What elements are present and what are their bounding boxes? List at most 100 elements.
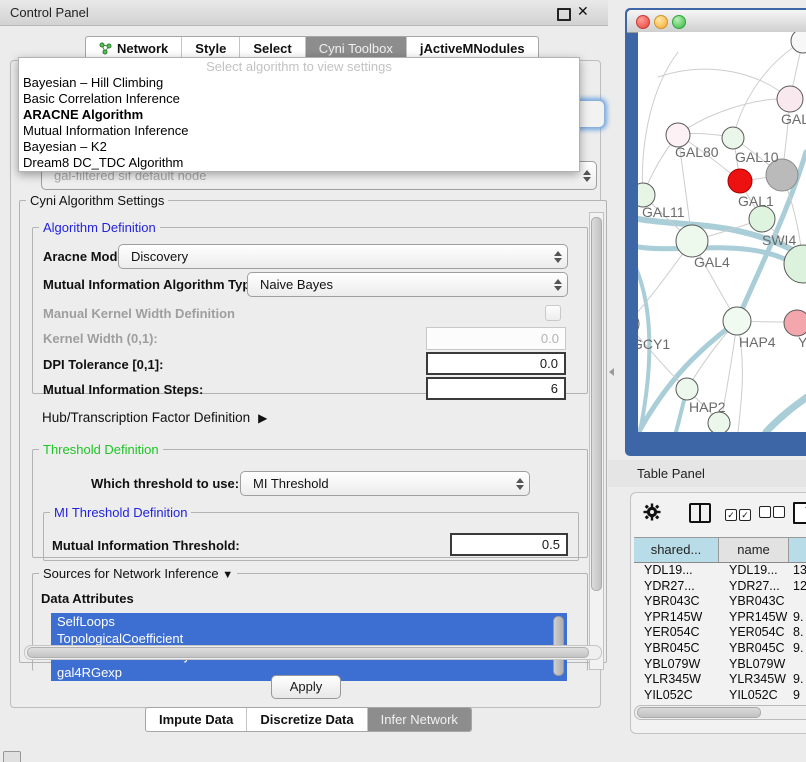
data-attribute-item[interactable]: SelfLoops <box>51 613 567 630</box>
network-node-gal7[interactable] <box>777 86 803 112</box>
horizontal-scrollbar-thumb[interactable] <box>27 647 589 658</box>
node-label-gal10: GAL10 <box>735 149 779 165</box>
dropdown-item[interactable]: ARACNE Algorithm <box>19 107 579 123</box>
table-row[interactable]: YLR345WYLR345W9. <box>634 672 806 688</box>
gear-icon[interactable] <box>643 503 661 521</box>
settings-scrollbar-thumb[interactable] <box>591 217 602 591</box>
network-edge[interactable] <box>638 324 687 389</box>
table-row[interactable]: YPR145WYPR145W9. <box>634 610 806 626</box>
which-threshold-value: MI Threshold <box>241 476 511 491</box>
table-cell: YDL19... <box>719 563 789 579</box>
table-panel: ✓✓ shared...nameA YDL19...YDL19...13YDR2… <box>630 492 806 734</box>
table-cell: YBR043C <box>634 594 719 610</box>
hub-definition-expander[interactable]: Hub/Transcription Factor Definition▶ <box>42 410 267 425</box>
dropdown-item[interactable]: Mutual Information Inference <box>19 123 579 139</box>
kernel-width-field[interactable]: 0.0 <box>426 327 566 350</box>
table-cell <box>789 594 806 610</box>
dropdown-placeholder: Select algorithm to view settings <box>19 58 579 75</box>
column-header-3[interactable]: A <box>789 538 806 562</box>
network-edge[interactable] <box>766 395 806 432</box>
minimize-traffic-light-icon[interactable] <box>654 15 668 29</box>
table-panel-title: Table Panel <box>608 460 806 487</box>
network-canvas[interactable]: GAL7GAL80GAL10GAL1GAL11SWI4GAL4GCY1HAP4Y… <box>638 32 806 432</box>
network-node-hap2[interactable] <box>676 378 698 400</box>
tab-discretize-data[interactable]: Discretize Data <box>247 708 367 731</box>
column-header-1[interactable]: shared... <box>634 538 719 562</box>
table-row[interactable]: YBL079WYBL079W <box>634 657 806 673</box>
network-node-hap4[interactable] <box>723 307 751 335</box>
tab-impute-data[interactable]: Impute Data <box>146 708 247 731</box>
network-node[interactable] <box>728 169 752 193</box>
dpi-tolerance-label: DPI Tolerance [0,1]: <box>43 357 163 372</box>
table-cell: YER054C <box>634 625 719 641</box>
tab-infer-network[interactable]: Infer Network <box>368 708 471 731</box>
table-cell: YER054C <box>719 625 789 641</box>
network-node-gal10[interactable] <box>722 127 744 149</box>
table-cell: 12 <box>789 579 806 595</box>
mi-steps-field[interactable]: 6 <box>426 377 566 400</box>
sources-title[interactable]: Sources for Network Inference ▼ <box>39 566 237 581</box>
minimized-panel-icon[interactable] <box>3 751 21 762</box>
aracne-mode-combo[interactable]: Discovery <box>118 244 568 269</box>
table-horizontal-scrollbar[interactable] <box>634 705 806 720</box>
column-header-2[interactable]: name <box>719 538 789 562</box>
mi-type-combo[interactable]: Naive Bayes <box>247 272 568 297</box>
table-scrollbar-thumb[interactable] <box>637 707 761 718</box>
table-cell: 8. <box>789 625 806 641</box>
network-graph: GAL7GAL80GAL10GAL1GAL11SWI4GAL4GCY1HAP4Y… <box>638 32 806 432</box>
float-window-icon[interactable] <box>557 8 571 21</box>
table-cell: YPR145W <box>719 610 789 626</box>
bottom-tabs: Impute DataDiscretize DataInfer Network <box>145 707 472 732</box>
network-node-gal4[interactable] <box>676 225 708 257</box>
deselect-all-columns-icon[interactable] <box>759 506 787 521</box>
dropdown-item[interactable]: Basic Correlation Inference <box>19 91 579 107</box>
control-panel-title: Control Panel <box>10 5 89 20</box>
dropdown-item[interactable]: Bayesian – Hill Climbing <box>19 75 579 91</box>
mi-threshold-label: Mutual Information Threshold: <box>52 538 240 553</box>
mi-threshold-definition-title: MI Threshold Definition <box>50 505 191 520</box>
table-row[interactable]: YBR045CYBR045C9. <box>634 641 806 657</box>
network-node-gcy1[interactable] <box>638 312 639 336</box>
close-icon[interactable]: ✕ <box>577 3 589 20</box>
split-columns-icon[interactable] <box>689 503 711 523</box>
zoom-traffic-light-icon[interactable] <box>672 15 686 29</box>
algorithm-definition-title: Algorithm Definition <box>39 220 160 235</box>
mi-threshold-definition-group: MI Threshold Definition Mutual Informati… <box>43 505 579 561</box>
network-window-titlebar[interactable] <box>627 10 806 33</box>
dpi-tolerance-field[interactable]: 0.0 <box>426 352 566 375</box>
which-threshold-combo[interactable]: MI Threshold <box>240 471 530 496</box>
select-all-columns-icon[interactable]: ✓✓ <box>725 506 753 521</box>
network-view-window: GAL7GAL80GAL10GAL1GAL11SWI4GAL4GCY1HAP4Y… <box>625 8 806 456</box>
network-edge[interactable] <box>658 69 790 99</box>
mi-threshold-field[interactable]: 0.5 <box>450 533 568 556</box>
table-row[interactable]: YDR27...YDR27...12 <box>634 579 806 595</box>
network-node-swi4[interactable] <box>784 245 806 283</box>
table-cell: YDR27... <box>634 579 719 595</box>
table-row[interactable]: YBR043CYBR043C <box>634 594 806 610</box>
network-node-gal1[interactable] <box>749 206 775 232</box>
network-node[interactable] <box>708 412 730 432</box>
mi-type-value: Naive Bayes <box>248 277 549 292</box>
combo-arrows-icon <box>549 251 567 263</box>
algorithm-definition-group: Algorithm Definition Aracne Mode: Discov… <box>32 220 588 394</box>
table-cell: 9. <box>789 672 806 688</box>
splitpane-collapse-icon[interactable] <box>609 368 614 376</box>
aracne-mode-value: Discovery <box>119 249 549 264</box>
manual-kernel-checkbox[interactable] <box>545 305 561 321</box>
network-edge[interactable] <box>638 152 806 432</box>
network-node-y[interactable] <box>784 310 806 336</box>
apply-button[interactable]: Apply <box>271 675 341 699</box>
table-cell: YLR345W <box>634 672 719 688</box>
close-traffic-light-icon[interactable] <box>636 15 650 29</box>
settings-vertical-scrollbar[interactable] <box>589 212 604 670</box>
table-row[interactable]: YIL052CYIL052C9 <box>634 688 806 704</box>
dropdown-item[interactable]: Dream8 DC_TDC Algorithm <box>19 155 579 171</box>
table-row[interactable]: YER054CYER054C8. <box>634 625 806 641</box>
aracne-mode-label: Aracne Mode: <box>43 249 129 264</box>
settings-horizontal-scrollbar[interactable] <box>24 645 602 660</box>
dropdown-item[interactable]: Bayesian – K2 <box>19 139 579 155</box>
network-node[interactable] <box>791 32 806 53</box>
table-row[interactable]: YDL19...YDL19...13 <box>634 563 806 579</box>
new-table-icon[interactable] <box>793 502 806 524</box>
network-edge[interactable] <box>642 52 678 195</box>
